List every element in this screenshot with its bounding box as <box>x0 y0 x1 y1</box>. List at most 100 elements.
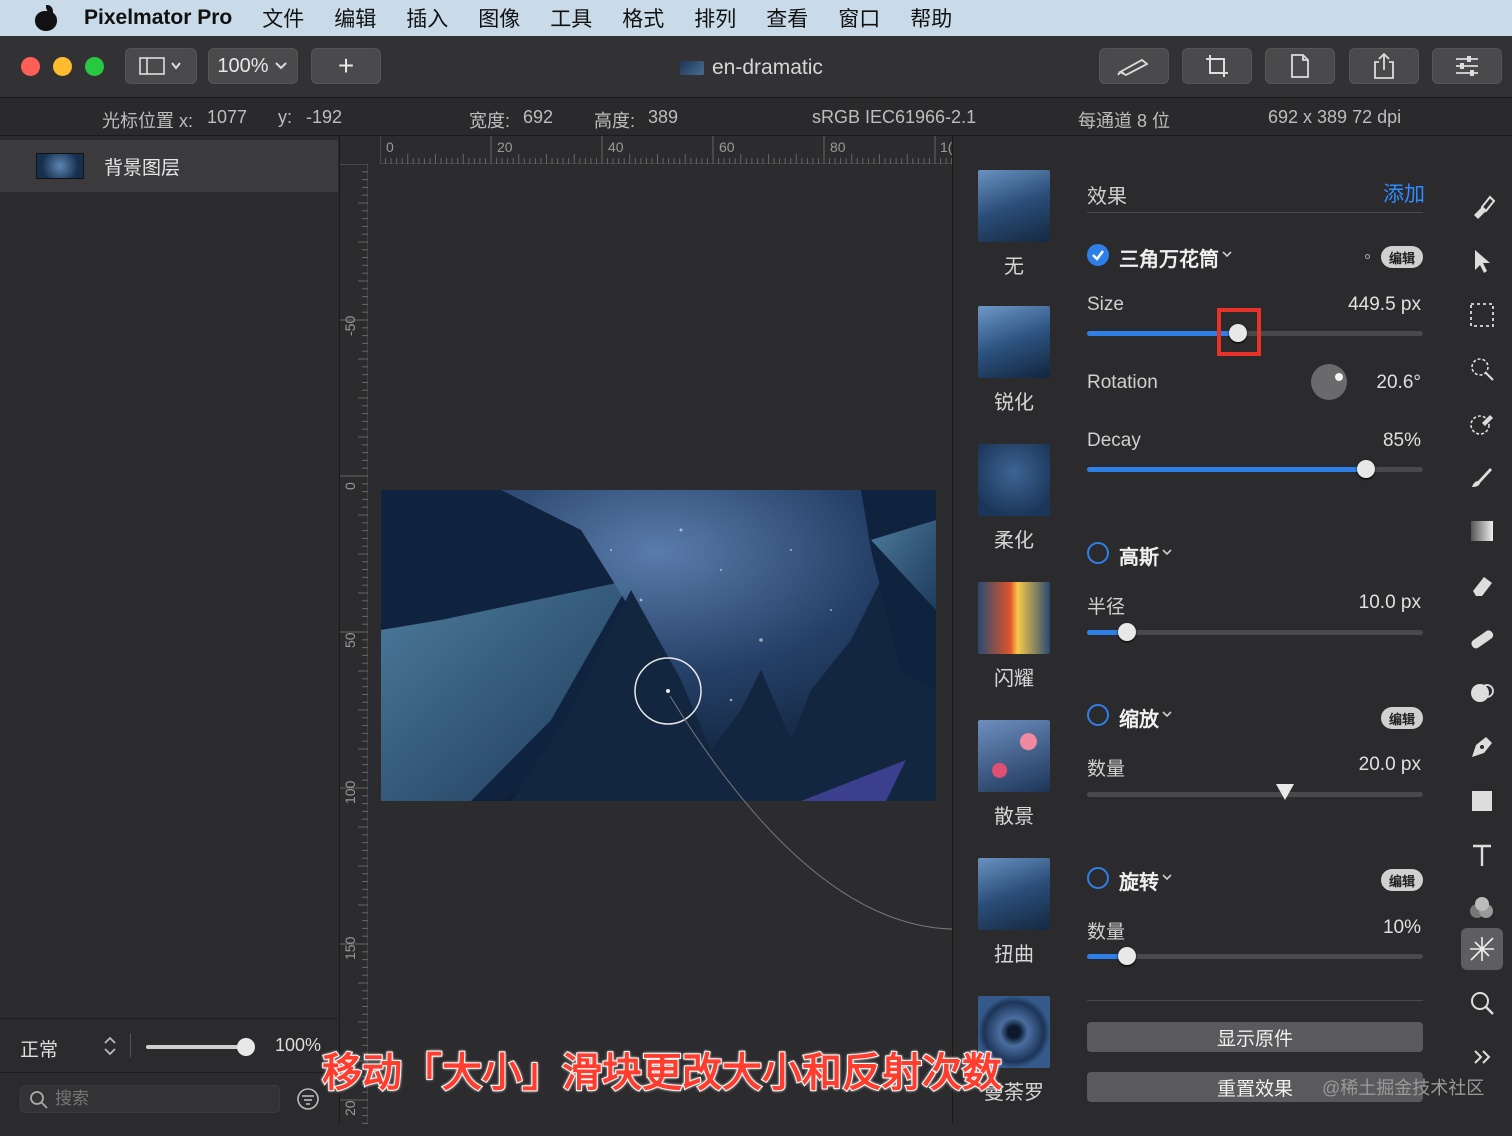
preset-soften[interactable]: 柔化 <box>978 444 1050 553</box>
zoom-checkbox[interactable] <box>1087 704 1109 726</box>
menu-app-name[interactable]: Pixelmator Pro <box>84 6 232 30</box>
add-effect-button[interactable]: 添加 <box>1383 178 1425 208</box>
preset-label: 无 <box>1004 256 1024 278</box>
blend-controls: 正常 100% <box>0 1018 338 1072</box>
slider-knob[interactable] <box>1118 623 1137 641</box>
radius-slider[interactable] <box>1087 623 1423 641</box>
arrange-tool[interactable] <box>1461 240 1503 282</box>
adjustments-button[interactable] <box>1432 48 1502 84</box>
layer-name: 背景图层 <box>104 157 181 179</box>
retouch-tool[interactable] <box>1461 618 1503 660</box>
crop-button[interactable] <box>1182 48 1252 84</box>
document-button[interactable] <box>1265 48 1335 84</box>
rotation-dial[interactable] <box>1311 364 1347 400</box>
menu-insert[interactable]: 插入 <box>406 3 448 33</box>
distort-tool[interactable] <box>1461 672 1503 714</box>
pen-tool[interactable] <box>1461 726 1503 768</box>
menu-arrange[interactable]: 排列 <box>694 3 736 33</box>
kaleidoscope-edit-button[interactable]: 编辑 <box>1381 246 1423 268</box>
menu-file[interactable]: 文件 <box>262 3 304 33</box>
rotation-label: Rotation <box>1087 372 1158 393</box>
preset-glow[interactable]: 闪耀 <box>978 582 1050 691</box>
slider-knob[interactable] <box>1276 784 1295 800</box>
ruler-left: -50 0 50 100 150 20 <box>340 164 368 1124</box>
minimize-window-button[interactable] <box>53 57 72 76</box>
gaussian-checkbox[interactable] <box>1087 542 1109 564</box>
menu-tools[interactable]: 工具 <box>550 3 592 33</box>
gaussian-title[interactable]: 高斯 <box>1119 541 1159 570</box>
zoom-tool[interactable] <box>1461 982 1503 1024</box>
gradient-tool[interactable] <box>1461 510 1503 552</box>
crop-icon <box>1206 55 1228 77</box>
canvas-area[interactable]: 0 20 40 60 80 1( -50 0 50 100 150 20 <box>340 136 1311 1124</box>
search-icon <box>30 1091 48 1109</box>
layer-row[interactable]: 背景图层 <box>0 140 338 192</box>
menu-help[interactable]: 帮助 <box>910 3 952 33</box>
erase-tool[interactable] <box>1461 564 1503 606</box>
magic-select-tool[interactable] <box>1461 348 1503 390</box>
preset-label: 柔化 <box>994 530 1034 552</box>
share-button[interactable] <box>1349 48 1419 84</box>
menu-edit[interactable]: 编辑 <box>334 3 376 33</box>
spin-title[interactable]: 旋转 <box>1119 866 1159 895</box>
chevron-down-icon[interactable] <box>1161 548 1173 558</box>
ruler-top-label: 20 <box>497 139 513 155</box>
blend-mode-select[interactable]: 正常 <box>20 1035 58 1062</box>
show-original-button[interactable]: 显示原件 <box>1087 1022 1423 1052</box>
header-divider <box>1087 212 1423 213</box>
updown-chevron-icon[interactable] <box>102 1035 118 1057</box>
kaleidoscope-checkbox[interactable] <box>1087 244 1109 266</box>
effects-tool[interactable] <box>1461 928 1503 970</box>
opacity-slider-knob[interactable] <box>237 1038 255 1056</box>
style-tool[interactable] <box>1461 186 1503 228</box>
preset-label: 扭曲 <box>994 944 1034 966</box>
preset-bokeh[interactable]: 散景 <box>978 720 1050 829</box>
zoom-edit-button[interactable]: 编辑 <box>1381 707 1423 729</box>
spin-amount-value: 10% <box>1382 917 1421 938</box>
ruler-top-label: 40 <box>608 139 624 155</box>
spin-checkbox[interactable] <box>1087 867 1109 889</box>
slider-knob[interactable] <box>1356 460 1375 478</box>
sidebar-toggle-button[interactable] <box>125 48 197 84</box>
style-tool-button[interactable] <box>1099 48 1169 84</box>
menu-image[interactable]: 图像 <box>478 3 520 33</box>
paint-tool[interactable] <box>1461 456 1503 498</box>
preset-sharpen[interactable]: 锐化 <box>978 306 1050 415</box>
menu-format[interactable]: 格式 <box>622 3 664 33</box>
zoom-window-button[interactable] <box>85 57 104 76</box>
eyedropper-icon <box>1470 415 1493 435</box>
kaleidoscope-title[interactable]: 三角万花筒 <box>1119 243 1219 272</box>
ruler-top: 0 20 40 60 80 1( <box>380 136 952 164</box>
layer-search-input[interactable] <box>55 1088 275 1110</box>
shape-tool[interactable] <box>1461 780 1503 822</box>
ruler-left-label: 0 <box>342 482 358 490</box>
menu-view[interactable]: 查看 <box>766 3 808 33</box>
close-window-button[interactable] <box>21 57 40 76</box>
width-label: 宽度: <box>469 111 511 131</box>
color-adjust-tool[interactable] <box>1461 888 1503 930</box>
menu-window[interactable]: 窗口 <box>838 3 880 33</box>
selection-tool[interactable] <box>1461 294 1503 336</box>
decay-slider[interactable] <box>1087 460 1423 478</box>
more-tools-button[interactable] <box>1461 1036 1503 1078</box>
zoom-dropdown[interactable]: 100% <box>208 48 298 84</box>
add-button[interactable]: + <box>311 48 381 84</box>
preset-none[interactable]: 无 <box>978 170 1050 279</box>
preset-distort[interactable]: 扭曲 <box>978 858 1050 967</box>
filter-icon[interactable] <box>296 1087 320 1111</box>
spin-edit-button[interactable]: 编辑 <box>1381 869 1423 891</box>
zoom-amount-slider[interactable] <box>1087 784 1423 800</box>
preset-thumbnail <box>978 306 1050 378</box>
chevron-down-icon[interactable] <box>1221 250 1233 260</box>
color-select-tool[interactable] <box>1461 402 1503 444</box>
chevron-down-icon[interactable] <box>1161 710 1173 720</box>
chevron-down-icon[interactable] <box>1161 873 1173 883</box>
zoom-title[interactable]: 缩放 <box>1119 703 1159 732</box>
preset-thumbnail <box>978 582 1050 654</box>
opacity-slider[interactable] <box>146 1038 255 1056</box>
slider-knob[interactable] <box>1118 947 1137 965</box>
apple-icon[interactable] <box>32 5 62 31</box>
spin-amount-slider[interactable] <box>1087 947 1423 965</box>
type-tool[interactable] <box>1461 834 1503 876</box>
layer-search-field[interactable] <box>20 1085 280 1113</box>
